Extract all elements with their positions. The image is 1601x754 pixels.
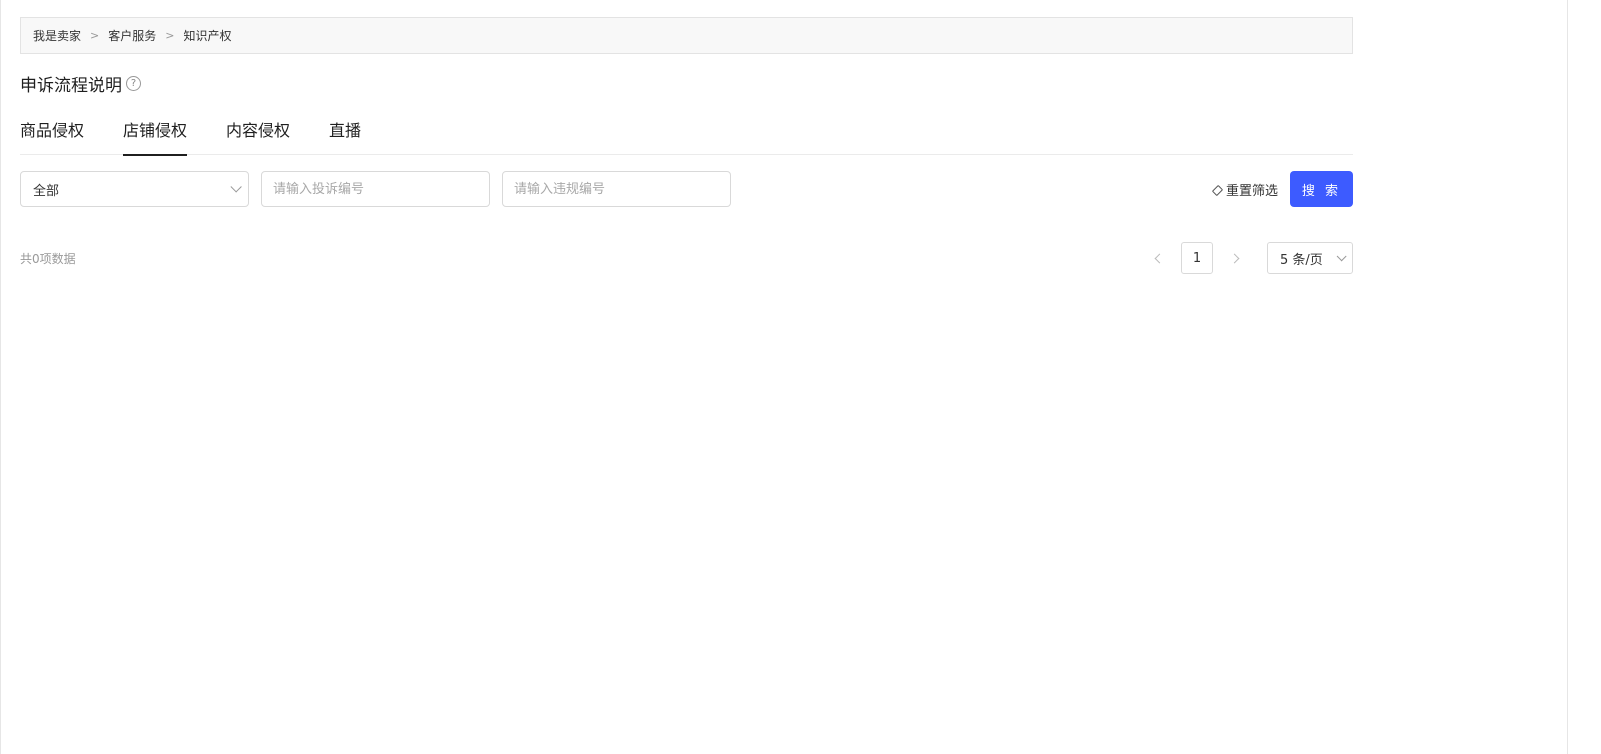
question-circle-icon[interactable]: ? [126, 75, 141, 91]
tab-live-stream[interactable]: 直播 [329, 114, 361, 155]
breadcrumb-separator: > [90, 29, 100, 42]
page-size-value: 5 条/页 [1280, 252, 1323, 268]
breadcrumb-item-customer-service[interactable]: 客户服务 [108, 27, 156, 44]
status-select-value: 全部 [33, 183, 60, 199]
complaint-id-input[interactable] [261, 171, 490, 207]
list-toolbar: 共0项数据 1 5 条/页 [20, 242, 1353, 274]
chevron-left-icon [1154, 253, 1165, 263]
page-number-current[interactable]: 1 [1181, 242, 1213, 274]
main-content: 我是卖家 > 客户服务 > 知识产权 申诉流程说明 ? 商品侵权 店铺侵权 内容… [20, 17, 1353, 274]
pagination: 1 5 条/页 [1146, 242, 1353, 274]
title-row: 申诉流程说明 ? [20, 72, 1353, 96]
breadcrumb-separator: > [165, 29, 175, 42]
prev-page-button[interactable] [1146, 242, 1170, 274]
chevron-down-icon [230, 181, 242, 193]
search-button[interactable]: 搜 索 [1290, 171, 1353, 207]
left-border [0, 0, 1, 754]
next-page-button[interactable] [1224, 242, 1248, 274]
filter-actions: 重置筛选 搜 索 [1211, 171, 1353, 207]
breadcrumb-item-seller[interactable]: 我是卖家 [33, 27, 81, 44]
chevron-right-icon [1229, 253, 1240, 263]
breadcrumb-item-ip: 知识产权 [183, 29, 232, 43]
tab-product-infringement[interactable]: 商品侵权 [20, 114, 84, 155]
chevron-down-icon [1336, 250, 1347, 261]
page-title: 申诉流程说明 [20, 75, 122, 96]
page: 我是卖家 > 客户服务 > 知识产权 申诉流程说明 ? 商品侵权 店铺侵权 内容… [0, 0, 1601, 754]
tab-store-infringement[interactable]: 店铺侵权 [123, 114, 188, 156]
violation-id-input[interactable] [502, 171, 731, 207]
tab-bar: 商品侵权 店铺侵权 内容侵权 直播 [20, 114, 1353, 156]
filter-bar: 全部 重置筛选 搜 索 [20, 171, 1353, 207]
page-size-select[interactable]: 5 条/页 [1267, 242, 1353, 274]
right-border [1567, 0, 1568, 754]
tab-content-infringement[interactable]: 内容侵权 [226, 114, 290, 155]
eraser-icon [1211, 184, 1224, 197]
status-select[interactable]: 全部 [20, 171, 249, 207]
total-count: 共0项数据 [20, 251, 76, 266]
reset-filter-button[interactable]: 重置筛选 [1211, 180, 1278, 199]
reset-filter-label: 重置筛选 [1225, 183, 1278, 199]
breadcrumb: 我是卖家 > 客户服务 > 知识产权 [20, 17, 1353, 54]
